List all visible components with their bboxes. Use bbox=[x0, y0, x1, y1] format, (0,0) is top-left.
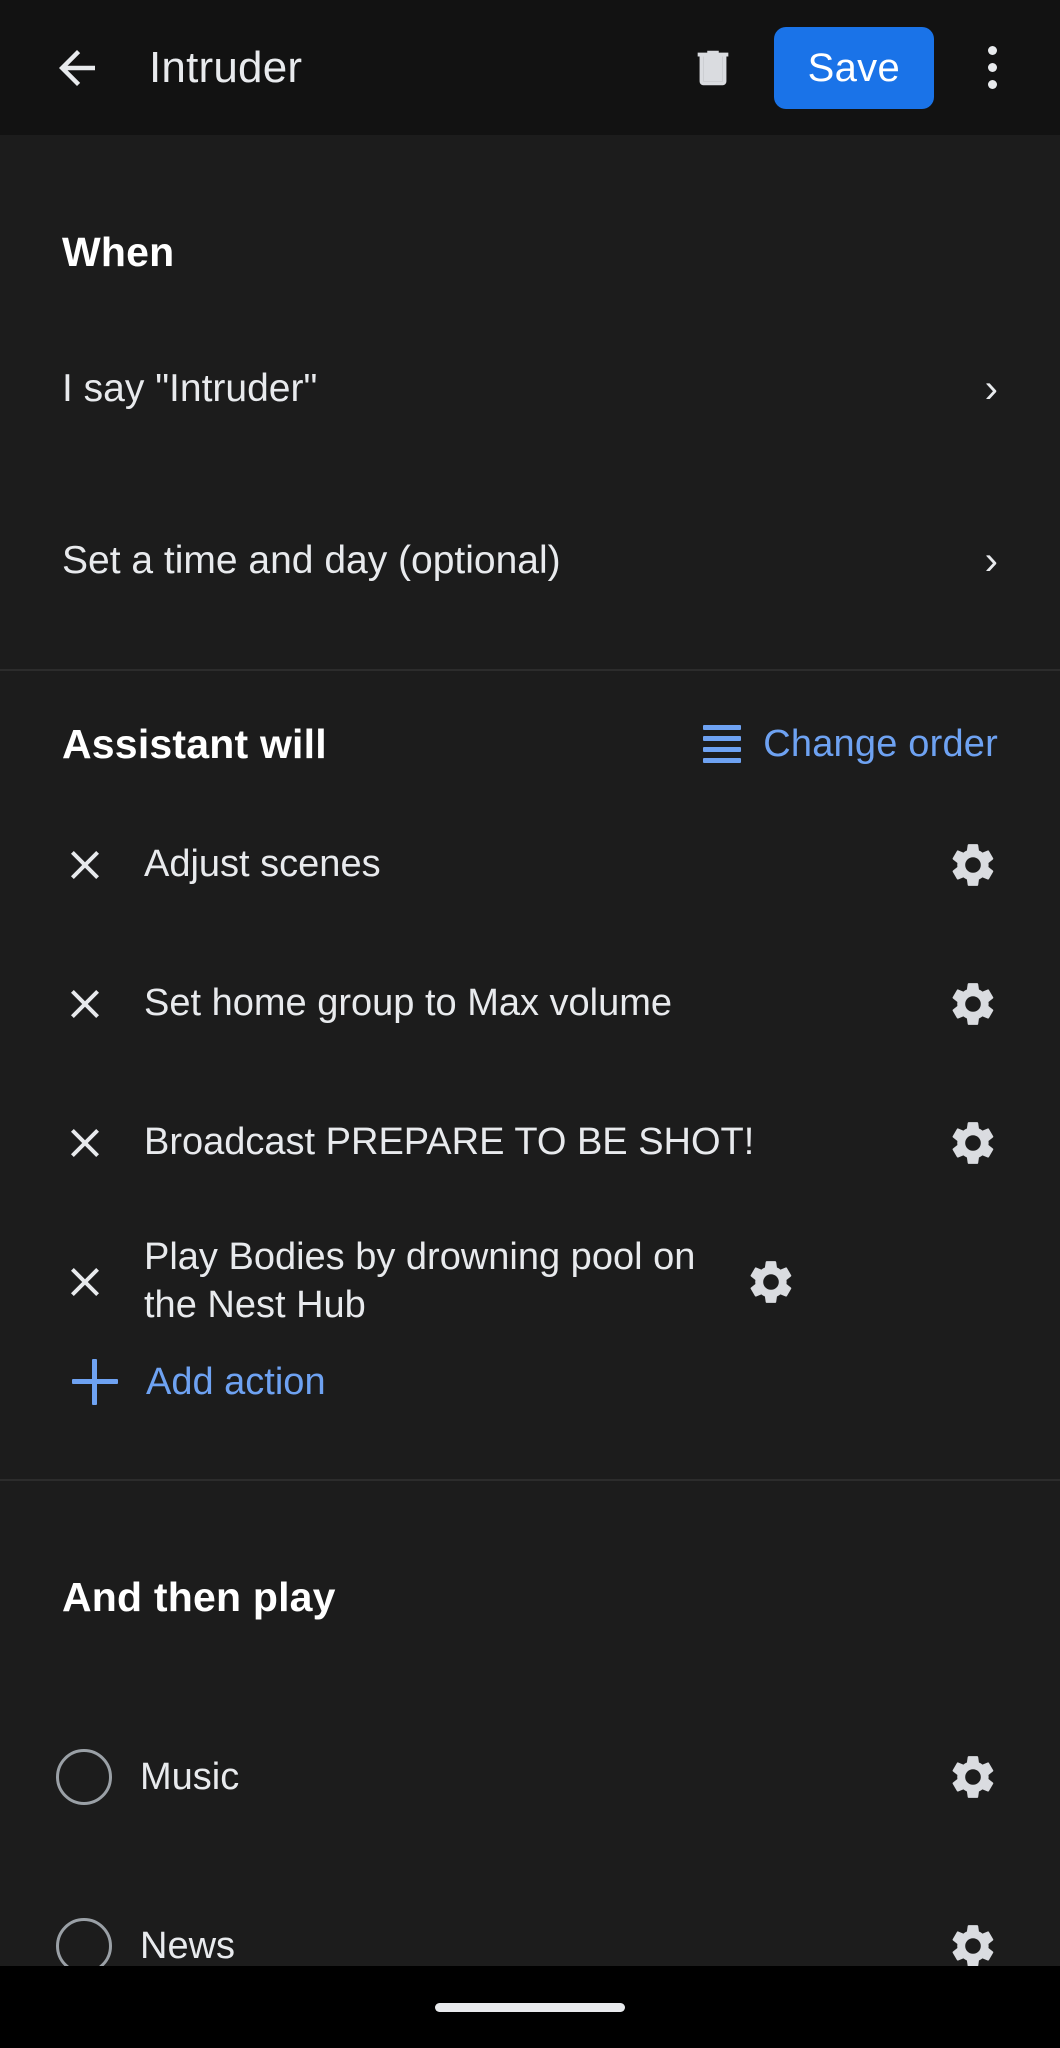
change-order-button[interactable]: Change order bbox=[703, 723, 998, 766]
plus-icon bbox=[72, 1359, 118, 1406]
reorder-lines-icon bbox=[703, 725, 742, 763]
page-title: Intruder bbox=[149, 42, 303, 92]
system-navigation-bar bbox=[0, 1966, 1060, 2048]
action-settings-button[interactable] bbox=[936, 1106, 1010, 1180]
chevron-right-icon: › bbox=[984, 539, 998, 583]
add-action-label: Add action bbox=[146, 1360, 326, 1403]
when-row-time-and-day[interactable]: Set a time and day (optional) › bbox=[0, 497, 1060, 625]
remove-action-button[interactable] bbox=[48, 967, 122, 1041]
action-settings-button[interactable] bbox=[936, 967, 1010, 1041]
remove-action-button[interactable] bbox=[48, 1106, 122, 1180]
radio-button[interactable] bbox=[56, 1749, 112, 1806]
action-label: Play Bodies by drowning pool on the Nest… bbox=[144, 1236, 696, 1326]
action-row[interactable]: Adjust scenes bbox=[0, 817, 1060, 912]
save-button[interactable]: Save bbox=[773, 26, 934, 109]
and-then-play-section: And then play Music News bbox=[0, 1481, 1060, 1966]
play-option-label: News bbox=[140, 1924, 236, 1966]
app-bar: Intruder Save bbox=[0, 0, 1060, 135]
action-settings-button[interactable] bbox=[936, 828, 1010, 902]
action-label: Adjust scenes bbox=[144, 842, 381, 885]
assistant-will-header: Assistant will Change order bbox=[0, 671, 1060, 817]
when-section-header: When bbox=[0, 179, 1060, 325]
gear-icon bbox=[952, 1756, 994, 1799]
home-indicator[interactable] bbox=[435, 2002, 625, 2012]
close-icon bbox=[71, 989, 99, 1018]
chevron-right-icon: › bbox=[984, 367, 998, 411]
arrow-left-icon bbox=[59, 49, 95, 86]
trash-icon bbox=[697, 50, 728, 85]
play-option-news[interactable]: News bbox=[0, 1884, 1060, 1966]
delete-routine-button[interactable] bbox=[678, 31, 748, 105]
play-option-label: Music bbox=[140, 1755, 240, 1798]
more-vert-icon bbox=[987, 63, 997, 72]
close-icon bbox=[71, 850, 99, 879]
play-option-settings-button[interactable] bbox=[936, 1909, 1010, 1966]
more-options-button[interactable] bbox=[952, 28, 1032, 108]
gear-icon bbox=[952, 843, 994, 886]
when-row-phrase[interactable]: I say "Intruder" › bbox=[0, 325, 1060, 453]
change-order-label: Change order bbox=[763, 722, 998, 765]
more-vert-icon bbox=[987, 80, 997, 89]
action-row[interactable]: Play Bodies by drowning pool on the Nest… bbox=[0, 1234, 1060, 1330]
close-icon bbox=[71, 1128, 99, 1157]
app-screen: Intruder Save When I say "Intruder" › Se… bbox=[0, 0, 1060, 2048]
assistant-will-title: Assistant will bbox=[62, 720, 327, 767]
action-label: Broadcast PREPARE TO BE SHOT! bbox=[144, 1120, 755, 1163]
action-row[interactable]: Set home group to Max volume bbox=[0, 956, 1060, 1051]
gear-icon bbox=[952, 1925, 994, 1966]
remove-action-button[interactable] bbox=[48, 828, 122, 902]
more-vert-icon bbox=[987, 46, 997, 55]
gear-icon bbox=[750, 1260, 792, 1303]
play-option-settings-button[interactable] bbox=[936, 1740, 1010, 1814]
back-button[interactable] bbox=[40, 31, 114, 105]
when-row-label: I say "Intruder" bbox=[62, 367, 318, 410]
when-section: When I say "Intruder" › Set a time and d… bbox=[0, 135, 1060, 669]
and-then-play-title: And then play bbox=[62, 1574, 336, 1621]
action-settings-button[interactable] bbox=[734, 1245, 808, 1319]
and-then-play-header: And then play bbox=[0, 1525, 1060, 1671]
when-row-label: Set a time and day (optional) bbox=[62, 539, 561, 582]
when-section-title: When bbox=[62, 228, 175, 275]
assistant-will-section: Assistant will Change order Adjust scene… bbox=[0, 671, 1060, 1479]
radio-button[interactable] bbox=[56, 1918, 112, 1966]
close-icon bbox=[71, 1267, 99, 1296]
gear-icon bbox=[952, 982, 994, 1025]
gear-icon bbox=[952, 1121, 994, 1164]
action-label: Set home group to Max volume bbox=[144, 981, 673, 1024]
play-option-music[interactable]: Music bbox=[0, 1715, 1060, 1840]
add-action-button[interactable]: Add action bbox=[0, 1330, 1060, 1435]
action-row[interactable]: Broadcast PREPARE TO BE SHOT! bbox=[0, 1095, 1060, 1190]
scroll-content[interactable]: When I say "Intruder" › Set a time and d… bbox=[0, 135, 1060, 1966]
remove-action-button[interactable] bbox=[48, 1245, 122, 1319]
